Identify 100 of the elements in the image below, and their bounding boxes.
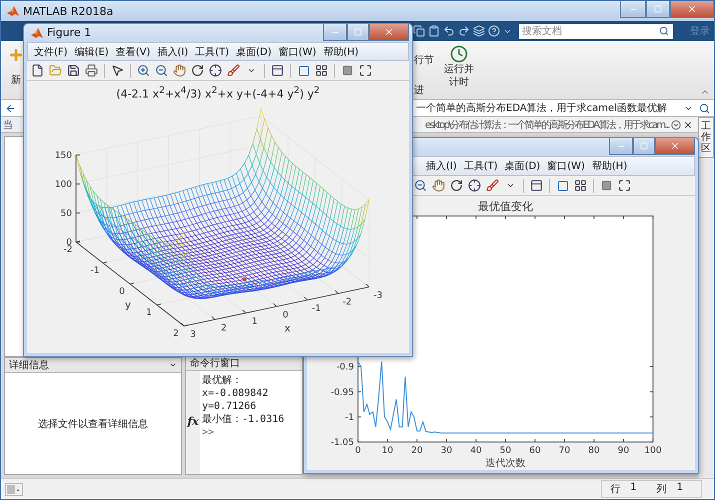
menu-item[interactable]: 桌面(D) bbox=[234, 44, 274, 58]
axis-tick-label: 1 bbox=[252, 317, 258, 327]
axis-tick-label: 60 bbox=[528, 446, 540, 456]
menu-item[interactable]: 帮助(H) bbox=[321, 44, 361, 58]
axis-label: 迭代次数 bbox=[485, 458, 525, 469]
empty-message: 选择文件以查看详细信息 bbox=[38, 418, 148, 430]
close-button[interactable] bbox=[655, 138, 695, 155]
axis-tick-label: -0.95 bbox=[330, 388, 354, 398]
close-icon[interactable] bbox=[682, 120, 693, 130]
stopwatch-icon[interactable] bbox=[450, 45, 468, 63]
ribbon-label[interactable]: 行节 bbox=[414, 53, 434, 67]
menu-item[interactable]: 窗口(W) bbox=[545, 159, 587, 173]
printer-icon[interactable] bbox=[84, 63, 99, 78]
help-icon[interactable] bbox=[488, 25, 500, 37]
crosshair-icon[interactable] bbox=[208, 63, 223, 78]
matlab-logo-icon bbox=[7, 5, 19, 17]
maximize-icon[interactable] bbox=[617, 178, 632, 193]
panel-title: 当 bbox=[3, 118, 13, 132]
editor-tab[interactable]: esktop\分布估计算法：一个简单的高斯分布EDA算法，用于求cam... bbox=[421, 118, 697, 132]
minimize-button[interactable] bbox=[323, 24, 347, 41]
menu-item[interactable]: 桌面(D) bbox=[502, 159, 542, 173]
menu-item[interactable]: 工具(T) bbox=[193, 44, 232, 58]
axis-tick-label: 0 bbox=[354, 446, 360, 456]
zoom-out-icon[interactable] bbox=[154, 63, 169, 78]
maximize-icon[interactable] bbox=[358, 63, 373, 78]
axis-label: x bbox=[284, 324, 290, 334]
axis-tick-label: -0.9 bbox=[336, 362, 354, 373]
zoom-in-icon[interactable] bbox=[136, 63, 151, 78]
search-field[interactable]: 搜索文档 bbox=[519, 24, 655, 38]
axis-tick-label: -2 bbox=[342, 298, 352, 308]
layout-icon[interactable] bbox=[5, 482, 23, 496]
output-line: y=0.71266 bbox=[202, 401, 258, 413]
axis-tick-label: 100 bbox=[644, 446, 662, 456]
panel-title: 详细信息 bbox=[9, 358, 49, 372]
axis-tick-label: -2 bbox=[64, 245, 72, 255]
copy-icon[interactable] bbox=[413, 25, 425, 37]
ribbon-label[interactable]: 进 bbox=[414, 83, 434, 97]
redo-icon[interactable] bbox=[458, 25, 470, 37]
undo-icon[interactable] bbox=[443, 25, 455, 37]
brush-icon[interactable] bbox=[226, 63, 241, 78]
maximize-button[interactable] bbox=[646, 1, 670, 18]
folder-path[interactable]: 一个简单的高斯分布EDA算法，用于求camel函数最优解 bbox=[416, 101, 667, 115]
menu-item[interactable]: 工具(T) bbox=[462, 159, 500, 173]
caret-icon[interactable] bbox=[169, 361, 177, 369]
axis-tick-label: 10 bbox=[381, 446, 393, 456]
window-icon[interactable] bbox=[270, 63, 285, 78]
menu-item[interactable]: 插入(I) bbox=[424, 159, 459, 173]
axis-tick-label: 1 bbox=[146, 308, 152, 318]
close-button[interactable] bbox=[670, 1, 714, 18]
matlab-logo-icon bbox=[31, 26, 43, 39]
command-prompt[interactable]: >> bbox=[202, 427, 284, 439]
axis-tick-label: 150 bbox=[54, 151, 72, 161]
search-button[interactable] bbox=[655, 24, 673, 38]
status-label: 行 bbox=[610, 483, 620, 496]
menu-item[interactable]: 帮助(H) bbox=[590, 159, 630, 173]
back-icon[interactable] bbox=[5, 102, 16, 114]
window-icon[interactable] bbox=[529, 178, 544, 193]
rotate-icon[interactable] bbox=[190, 63, 205, 78]
maximize-button[interactable] bbox=[633, 138, 655, 155]
run-and-time-button[interactable]: 运行并 计时 bbox=[442, 41, 476, 99]
rotate-icon[interactable] bbox=[449, 178, 464, 193]
hand-icon[interactable] bbox=[431, 178, 446, 193]
minimize-button[interactable] bbox=[620, 1, 646, 18]
minimum-marker bbox=[242, 277, 246, 282]
hand-icon[interactable] bbox=[172, 63, 187, 78]
axis-tick-label: 0 bbox=[119, 287, 125, 297]
axis-tick-label: 30 bbox=[440, 446, 452, 456]
plus-icon[interactable] bbox=[8, 47, 24, 63]
status-value: 1 bbox=[676, 482, 683, 495]
axis-tick-label: 90 bbox=[617, 446, 629, 456]
save-icon[interactable] bbox=[66, 63, 81, 78]
new-file-icon[interactable] bbox=[30, 63, 45, 78]
axis-tick-label: 20 bbox=[410, 446, 422, 456]
maximize-button[interactable] bbox=[347, 24, 369, 41]
axis-tick-label: -1 bbox=[312, 304, 321, 314]
minimize-button[interactable] bbox=[609, 138, 633, 155]
axis-tick-label: 100 bbox=[54, 180, 72, 190]
search-icon[interactable] bbox=[699, 102, 710, 114]
output-line: 最优解： bbox=[202, 375, 243, 387]
window-title: MATLAB R2018a bbox=[23, 4, 114, 18]
menu-item[interactable]: 编辑(E) bbox=[72, 44, 111, 58]
menu-item[interactable]: 文件(F) bbox=[32, 44, 70, 58]
zoom-out-icon[interactable] bbox=[413, 178, 428, 193]
square-icon[interactable] bbox=[599, 178, 614, 193]
function-button[interactable]: fx bbox=[187, 415, 199, 428]
menu-item[interactable]: 插入(I) bbox=[155, 44, 190, 58]
axis-tick-label: 50 bbox=[499, 446, 511, 456]
axis-tick-label: -3 bbox=[374, 291, 382, 301]
output-line: 最小值：-1.0316 bbox=[202, 414, 284, 426]
paste-icon[interactable] bbox=[428, 25, 440, 37]
menu-item[interactable]: 窗口(W) bbox=[276, 44, 318, 58]
search-icon[interactable] bbox=[659, 26, 669, 36]
crosshair-icon[interactable] bbox=[467, 178, 482, 193]
axis-tick-label: 2 bbox=[173, 329, 179, 339]
brush-icon[interactable] bbox=[485, 178, 500, 193]
pointer-icon[interactable] bbox=[110, 63, 125, 78]
menu-item[interactable]: 查看(V) bbox=[114, 44, 152, 58]
side-tab[interactable]: 工作区 bbox=[698, 117, 714, 158]
ribbon-label[interactable]: 新 bbox=[11, 73, 21, 87]
menu-icon[interactable] bbox=[670, 120, 681, 130]
